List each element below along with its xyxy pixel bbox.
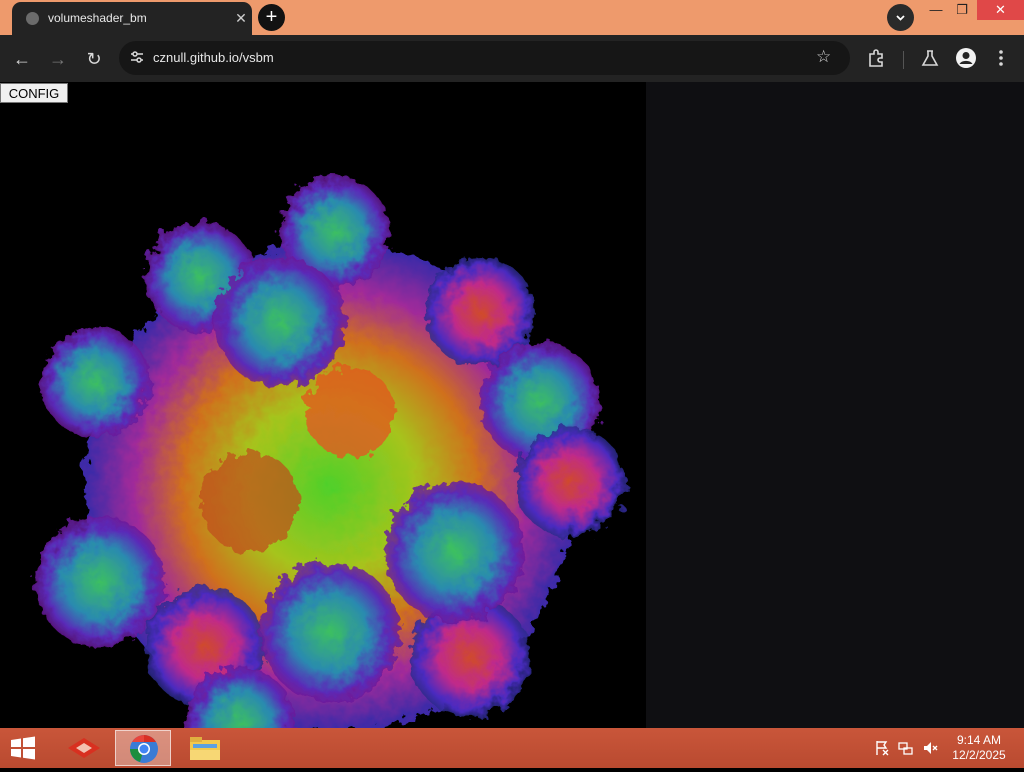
chevron-down-icon [896,15,905,21]
toolbar-separator [903,51,904,69]
chrome-icon [130,735,158,763]
new-tab-button[interactable]: + [258,4,285,31]
config-button[interactable]: CONFIG [0,83,68,103]
windows-start-icon[interactable] [6,734,40,762]
system-clock[interactable]: 9:14 AM 12/2/2025 [944,733,1014,763]
taskbar-chrome-button[interactable] [115,730,171,766]
labs-flask-icon[interactable] [920,48,940,68]
clock-time: 9:14 AM [956,733,1002,747]
volume-muted-icon[interactable] [922,740,938,756]
globe-icon [26,12,39,25]
maximize-button[interactable]: ❐ [946,0,978,20]
clock-date: 12/2/2025 [952,748,1006,762]
fractal-render-image [35,177,625,728]
app-icon [68,738,100,758]
back-button[interactable]: ← [7,44,37,74]
tab-title: volumeshader_bm [48,11,147,25]
taskbar-app-button[interactable] [56,730,112,766]
extensions-icon[interactable] [866,48,886,68]
close-window-button[interactable]: ✕ [977,0,1024,20]
forward-button[interactable]: → [43,44,73,74]
tab-close-button[interactable]: ✕ [230,7,252,29]
site-info-icon[interactable] [129,49,145,65]
fractal-canvas[interactable] [0,82,646,728]
address-bar[interactable]: cznull.github.io/vsbm ☆ [119,41,850,75]
menu-kebab-icon[interactable] [996,48,1006,68]
taskbar: 9:14 AM 12/2/2025 [0,728,1024,768]
bookmark-star-icon[interactable]: ☆ [816,47,831,67]
right-pane [646,82,1024,728]
tab-search-button[interactable] [887,4,914,31]
file-explorer-icon [190,737,220,760]
network-icon[interactable] [898,740,914,756]
action-center-flag-icon[interactable] [874,740,890,756]
tab-strip: volumeshader_bm ✕ + — ❐ ✕ [0,0,1024,35]
browser-tab[interactable]: volumeshader_bm ✕ [12,2,252,35]
url-text[interactable]: cznull.github.io/vsbm [153,50,274,65]
profile-avatar-icon[interactable] [955,47,977,69]
page-content: CONFIG [0,82,1024,728]
browser-toolbar: ← → ↻ cznull.github.io/vsbm ☆ [0,35,1024,82]
reload-button[interactable]: ↻ [79,44,109,74]
taskbar-explorer-button[interactable] [176,730,232,766]
